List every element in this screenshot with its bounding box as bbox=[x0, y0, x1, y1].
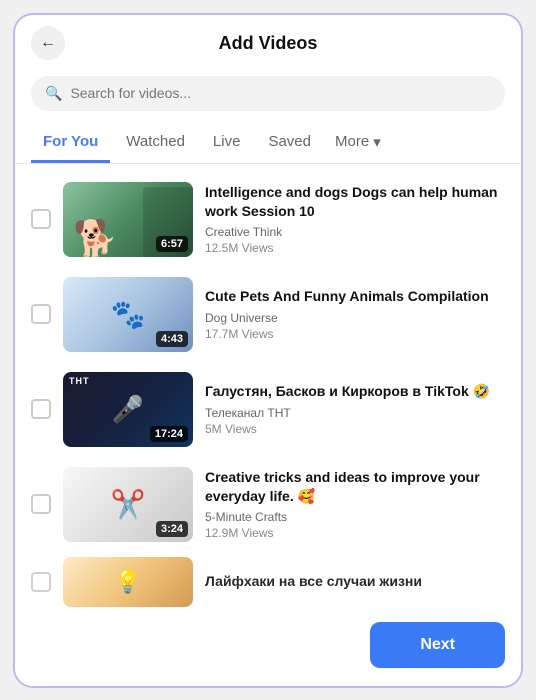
video-info-4: Creative tricks and ideas to improve you… bbox=[205, 468, 505, 539]
tab-more[interactable]: More ▾ bbox=[327, 123, 389, 164]
video-thumbnail-5: 💡 bbox=[63, 557, 193, 607]
video-checkbox-1[interactable] bbox=[31, 209, 51, 229]
video-list: 🐕 6:57 Intelligence and dogs Dogs can he… bbox=[15, 164, 521, 610]
tab-watched[interactable]: Watched bbox=[114, 123, 197, 163]
back-button[interactable]: ← bbox=[31, 26, 65, 60]
video-thumbnail-2: 🐾 4:43 bbox=[63, 277, 193, 352]
video-duration-2: 4:43 bbox=[156, 331, 188, 347]
search-icon: 🔍 bbox=[45, 85, 62, 102]
back-icon: ← bbox=[40, 34, 56, 52]
tab-saved[interactable]: Saved bbox=[256, 123, 323, 163]
tabs-bar: For You Watched Live Saved More ▾ bbox=[15, 123, 521, 164]
video-checkbox-5[interactable] bbox=[31, 572, 51, 592]
video-title-4: Creative tricks and ideas to improve you… bbox=[205, 468, 505, 504]
video-channel-2: Dog Universe bbox=[205, 311, 505, 325]
video-channel-4: 5-Minute Crafts bbox=[205, 510, 505, 524]
tab-live[interactable]: Live bbox=[201, 123, 253, 163]
video-title-3: Галустян, Басков и Киркоров в TikTok 🤣 bbox=[205, 382, 505, 400]
tab-for-you[interactable]: For You bbox=[31, 123, 110, 163]
add-videos-modal: ← Add Videos 🔍 For You Watched Live Save… bbox=[13, 13, 523, 688]
video-thumbnail-1: 🐕 6:57 bbox=[63, 182, 193, 257]
video-views-1: 12.5M Views bbox=[205, 241, 505, 255]
modal-header: ← Add Videos bbox=[15, 15, 521, 68]
video-views-4: 12.9M Views bbox=[205, 526, 505, 540]
video-duration-1: 6:57 bbox=[156, 236, 188, 252]
video-checkbox-3[interactable] bbox=[31, 399, 51, 419]
video-views-2: 17.7M Views bbox=[205, 327, 505, 341]
video-info-5: Лайфхаки на все случаи жизни bbox=[205, 572, 505, 590]
video-thumbnail-4: ✂️ 3:24 bbox=[63, 467, 193, 542]
video-thumbnail-3: ТНТ 🎤 17:24 bbox=[63, 372, 193, 447]
video-views-3: 5M Views bbox=[205, 422, 505, 436]
chevron-down-icon: ▾ bbox=[373, 133, 381, 151]
list-item: 🐾 4:43 Cute Pets And Funny Animals Compi… bbox=[15, 267, 521, 362]
list-item: 💡 Лайфхаки на все случаи жизни bbox=[15, 552, 521, 610]
video-info-1: Intelligence and dogs Dogs can help huma… bbox=[205, 183, 505, 254]
video-title-1: Intelligence and dogs Dogs can help huma… bbox=[205, 183, 505, 219]
list-item: ТНТ 🎤 17:24 Галустян, Басков и Киркоров … bbox=[15, 362, 521, 457]
modal-title: Add Videos bbox=[219, 33, 318, 54]
video-checkbox-4[interactable] bbox=[31, 494, 51, 514]
next-button[interactable]: Next bbox=[370, 622, 505, 668]
search-bar: 🔍 bbox=[31, 76, 505, 111]
modal-footer: Next bbox=[15, 610, 521, 686]
list-item: ✂️ 3:24 Creative tricks and ideas to imp… bbox=[15, 457, 521, 552]
video-info-2: Cute Pets And Funny Animals Compilation … bbox=[205, 287, 505, 340]
video-info-3: Галустян, Басков и Киркоров в TikTok 🤣 Т… bbox=[205, 382, 505, 435]
video-channel-1: Creative Think bbox=[205, 225, 505, 239]
video-channel-3: Телеканал ТНТ bbox=[205, 406, 505, 420]
list-item: 🐕 6:57 Intelligence and dogs Dogs can he… bbox=[15, 172, 521, 267]
video-checkbox-2[interactable] bbox=[31, 304, 51, 324]
video-title-5: Лайфхаки на все случаи жизни bbox=[205, 572, 505, 590]
video-title-2: Cute Pets And Funny Animals Compilation bbox=[205, 287, 505, 305]
search-input[interactable] bbox=[70, 85, 491, 101]
video-duration-4: 3:24 bbox=[156, 521, 188, 537]
video-duration-3: 17:24 bbox=[150, 426, 188, 442]
